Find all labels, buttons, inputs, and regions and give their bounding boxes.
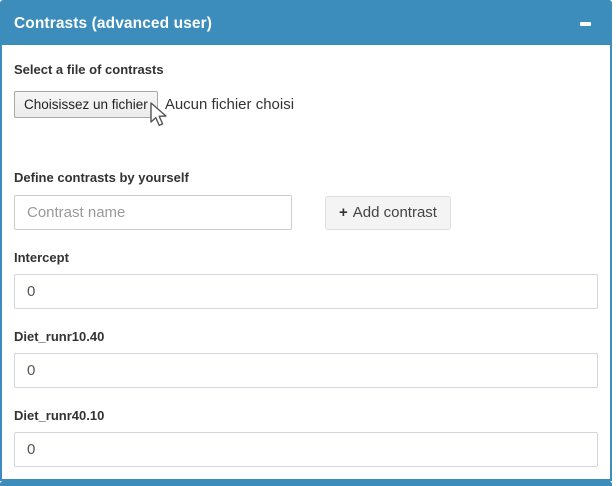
minus-icon [580,22,591,26]
collapse-button[interactable] [576,15,594,33]
panel-body: Select a file of contrasts Choisissez un… [2,45,610,467]
add-contrast-button[interactable]: + Add contrast [325,196,451,230]
panel-header: Contrasts (advanced user) [2,2,610,45]
define-row: + Add contrast [14,195,598,230]
coefficient-group-diet-runr10-40: Diet_runr10.40 [14,329,598,388]
define-section-label: Define contrasts by yourself [14,170,598,185]
file-input-row: Choisissez un fichier Aucun fichier choi… [14,91,598,118]
coefficient-label: Diet_runr10.40 [14,329,598,344]
coefficient-group-intercept: Intercept [14,250,598,309]
choose-file-button[interactable]: Choisissez un fichier [14,91,158,118]
coefficient-label: Diet_runr40.10 [14,408,598,423]
intercept-input[interactable] [14,274,598,309]
contrasts-panel: Contrasts (advanced user) Select a file … [0,0,612,481]
file-status-text: Aucun fichier choisi [165,96,294,113]
next-panel-header[interactable] [0,481,612,486]
plus-icon: + [339,204,348,221]
coefficient-group-diet-runr40-10: Diet_runr40.10 [14,408,598,467]
panel-title: Contrasts (advanced user) [14,15,212,33]
diet-runr10-40-input[interactable] [14,353,598,388]
coefficient-label: Intercept [14,250,598,265]
add-contrast-button-label: Add contrast [353,204,437,221]
diet-runr40-10-input[interactable] [14,432,598,467]
define-section: Define contrasts by yourself + Add contr… [14,170,598,230]
contrast-name-input[interactable] [14,195,292,230]
file-section-label: Select a file of contrasts [14,62,598,77]
